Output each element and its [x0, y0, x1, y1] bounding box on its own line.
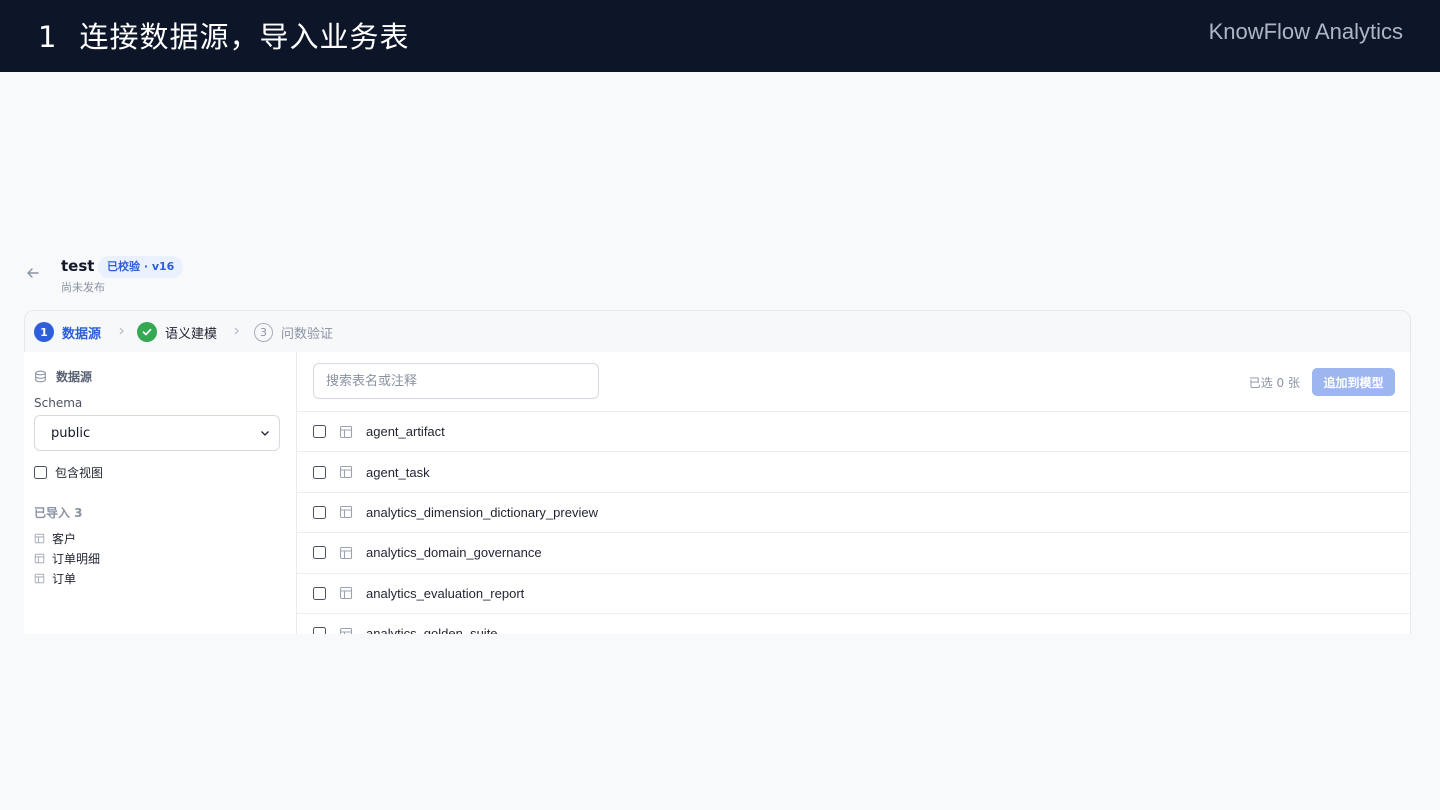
table-row-checkbox[interactable]: [313, 505, 326, 519]
table-row-checkbox[interactable]: [313, 546, 326, 560]
imported-title: 已导入 3: [34, 506, 83, 520]
step-number: 1: [34, 322, 54, 342]
step-label: 语义建模: [165, 326, 218, 342]
add-to-model-button[interactable]: 追加到模型: [1312, 368, 1395, 396]
model-header: test 已校验 · v16 尚未发布: [24, 248, 1411, 310]
app-window: test 已校验 · v16 尚未发布 1 数据源 语义建模 3 问数验证 数据…: [24, 248, 1411, 634]
table-name: agent_task: [366, 464, 430, 480]
table-icon: [339, 587, 353, 600]
table-row[interactable]: analytics_dimension_dictionary_preview: [297, 493, 1410, 534]
status-badge: 已校验 · v16: [98, 256, 184, 278]
slide-step-text: 连接数据源，导入业务表: [79, 20, 410, 54]
schema-select[interactable]: public: [34, 415, 280, 451]
table-icon: [339, 425, 353, 438]
table-row-checkbox[interactable]: [313, 586, 326, 600]
imported-table-name: 订单: [52, 571, 77, 586]
check-icon: [137, 322, 157, 342]
table-row[interactable]: analytics_domain_governance: [297, 533, 1410, 574]
step-datasource[interactable]: 1 数据源: [34, 322, 101, 342]
panel-title: 数据源: [34, 368, 92, 385]
slide-header: 1 连接数据源，导入业务表 KnowFlow Analytics: [0, 0, 1440, 72]
imported-table-list: 客户 订单明细 订单: [34, 528, 100, 588]
model-title: test: [61, 257, 95, 275]
include-views-option[interactable]: 包含视图: [34, 464, 103, 481]
database-icon: [35, 370, 46, 383]
table-row[interactable]: agent_artifact: [297, 412, 1410, 453]
table-search-input[interactable]: [313, 363, 599, 399]
step-query-validation[interactable]: 3 问数验证: [254, 322, 333, 342]
table-icon: [339, 506, 353, 519]
datasource-panel: 数据源 Schema public 包含视图 已导入 3 客户订单明细订单: [24, 352, 297, 634]
table-row-checkbox[interactable]: [313, 627, 326, 634]
step-number: 3: [254, 322, 273, 342]
schema-select-value: public: [51, 426, 91, 441]
slide-step-title: 1 连接数据源，导入业务表: [38, 14, 409, 56]
table-name: analytics_golden_suite: [366, 626, 498, 634]
panel-title-label: 数据源: [56, 370, 93, 384]
table-row[interactable]: agent_task: [297, 452, 1410, 493]
imported-table-item[interactable]: 客户: [34, 528, 100, 548]
table-row-checkbox[interactable]: [313, 465, 326, 479]
table-row[interactable]: analytics_evaluation_report: [297, 574, 1410, 614]
table-row[interactable]: analytics_golden_suite: [297, 614, 1410, 634]
chevron-right-icon: [119, 327, 124, 335]
slide-step-number: 1: [38, 20, 58, 54]
table-icon: [34, 553, 45, 563]
selected-count: 已选 0 张: [1248, 376, 1300, 390]
table-name: analytics_dimension_dictionary_preview: [366, 504, 598, 520]
imported-table-name: 客户: [52, 531, 77, 546]
table-icon: [339, 627, 353, 634]
chevron-right-icon: [234, 327, 239, 335]
schema-label: Schema: [34, 396, 83, 410]
step-semantic-modeling[interactable]: 语义建模: [137, 322, 217, 342]
table-picker: 已选 0 张 追加到模型 agent_artifact agent_taskana…: [297, 352, 1411, 634]
table-icon: [339, 546, 353, 559]
imported-table-item[interactable]: 订单明细: [34, 548, 100, 568]
brand-name: KnowFlow Analytics: [1208, 19, 1403, 44]
chevron-down-icon: [261, 431, 269, 436]
include-views-checkbox[interactable]: [34, 466, 47, 479]
step-label: 问数验证: [281, 326, 334, 342]
stepper: 1 数据源 语义建模 3 问数验证: [24, 310, 1411, 352]
table-icon: [34, 533, 45, 543]
table-row-checkbox[interactable]: [313, 425, 326, 439]
table-name: analytics_evaluation_report: [366, 585, 525, 601]
table-icon: [34, 573, 45, 583]
imported-table-name: 订单明细: [52, 551, 101, 566]
table-name: agent_artifact: [366, 424, 445, 440]
table-picker-toolbar: 已选 0 张 追加到模型: [297, 352, 1410, 412]
publish-status: 尚未发布: [61, 281, 105, 294]
imported-table-item[interactable]: 订单: [34, 568, 100, 588]
table-name: analytics_domain_governance: [366, 545, 542, 561]
step-label: 数据源: [62, 326, 102, 342]
table-icon: [339, 466, 353, 479]
include-views-label: 包含视图: [55, 466, 104, 480]
table-list: agent_artifact agent_task analytics_dimens…: [297, 412, 1410, 634]
back-arrow-icon[interactable]: [26, 266, 40, 280]
